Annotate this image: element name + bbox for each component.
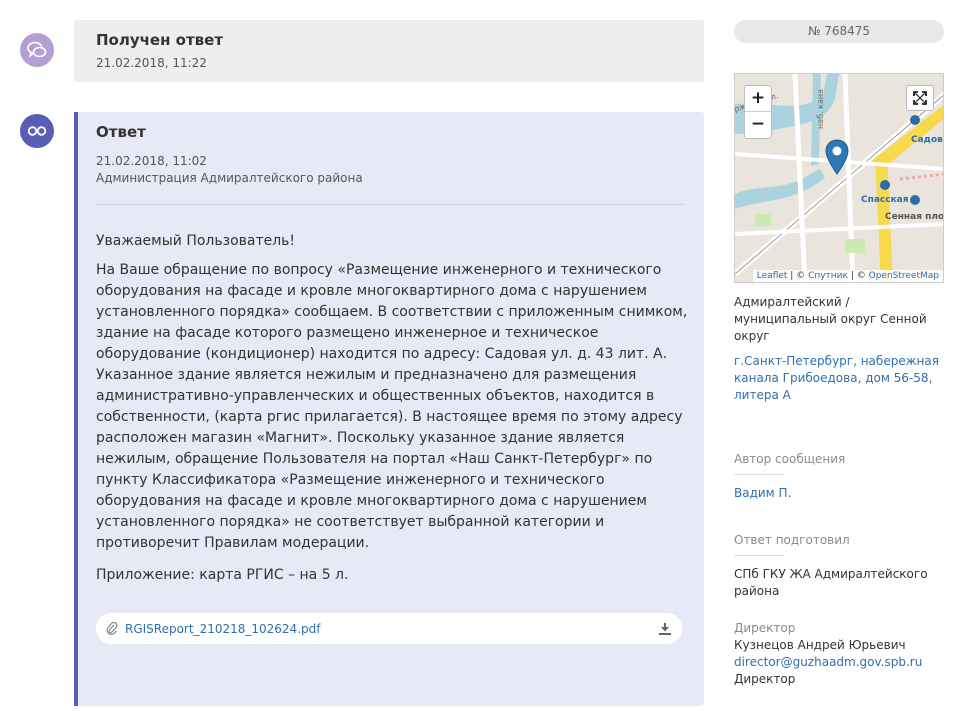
paperclip-icon	[106, 621, 118, 636]
attachment-file-link[interactable]: RGISReport_210218_102624.pdf	[125, 622, 320, 636]
fullscreen-button[interactable]	[906, 85, 934, 111]
divider	[96, 204, 684, 205]
received-date: 21.02.2018, 11:22	[96, 56, 207, 70]
answer-body: На Ваше обращение по вопросу «Размещение…	[96, 262, 688, 551]
zoom-in-button[interactable]: +	[745, 86, 771, 112]
district: Адмиралтейский / муниципальный округ Сен…	[734, 295, 927, 343]
received-title: Получен ответ	[96, 31, 224, 49]
answer-card: Ответ 21.02.2018, 11:02 Администрация Ад…	[74, 112, 704, 706]
director-title: Директор	[734, 672, 796, 686]
svg-text:наб. кана: наб. кана	[816, 89, 825, 129]
answer-greeting: Уважаемый Пользователь!	[96, 233, 296, 249]
prepared-label: Ответ подготовил	[734, 533, 850, 547]
svg-text:Сенная пло: Сенная пло	[885, 212, 944, 222]
map-zoom-control: + −	[744, 85, 772, 139]
director-email-link[interactable]: director@guzhaadm.gov.spb.ru	[734, 655, 922, 669]
osm-link[interactable]: OpenStreetMap	[869, 271, 939, 281]
divider	[734, 474, 784, 475]
director-name: Кузнецов Андрей Юрьевич	[734, 638, 906, 652]
zoom-out-button[interactable]: −	[745, 112, 771, 138]
attachment-note: Приложение: карта РГИС – на 5 л.	[96, 567, 349, 583]
attribution-separator: | ©	[847, 271, 869, 281]
appeal-number-badge: № 768475	[734, 20, 944, 43]
prepared-organization: СПб ГКУ ЖА Адмиралтейского района	[734, 567, 928, 598]
infinity-icon	[20, 114, 54, 148]
address-link[interactable]: г.Санкт-Петербург, набережная канала Гри…	[734, 353, 944, 404]
received-card: Получен ответ 21.02.2018, 11:22	[74, 20, 704, 82]
leaflet-link[interactable]: Leaflet	[757, 271, 788, 281]
author-label: Автор сообщения	[734, 452, 846, 466]
expand-icon	[913, 91, 927, 105]
svg-text:Спасская: Спасская	[861, 195, 909, 205]
director-label: Директор	[734, 621, 796, 635]
location-map[interactable]: Садова Спасская Сенная пло ржская ул. на…	[734, 73, 944, 283]
sputnik-link[interactable]: Спутник	[808, 271, 848, 281]
author-link[interactable]: Вадим П.	[734, 486, 791, 500]
download-icon[interactable]	[658, 621, 672, 640]
map-pin-icon[interactable]	[825, 139, 849, 179]
answer-date: 21.02.2018, 11:02	[96, 154, 207, 168]
attribution-separator: | ©	[787, 271, 809, 281]
answer-title: Ответ	[96, 123, 146, 141]
chat-bubbles-icon	[20, 33, 54, 67]
attachment-file[interactable]: RGISReport_210218_102624.pdf	[96, 613, 682, 644]
svg-text:Садова: Садова	[911, 135, 944, 145]
divider	[734, 555, 784, 556]
map-attribution: Leaflet | © Спутник | © OpenStreetMap	[752, 270, 943, 282]
answer-organization: Администрация Адмиралтейского района	[96, 171, 363, 185]
